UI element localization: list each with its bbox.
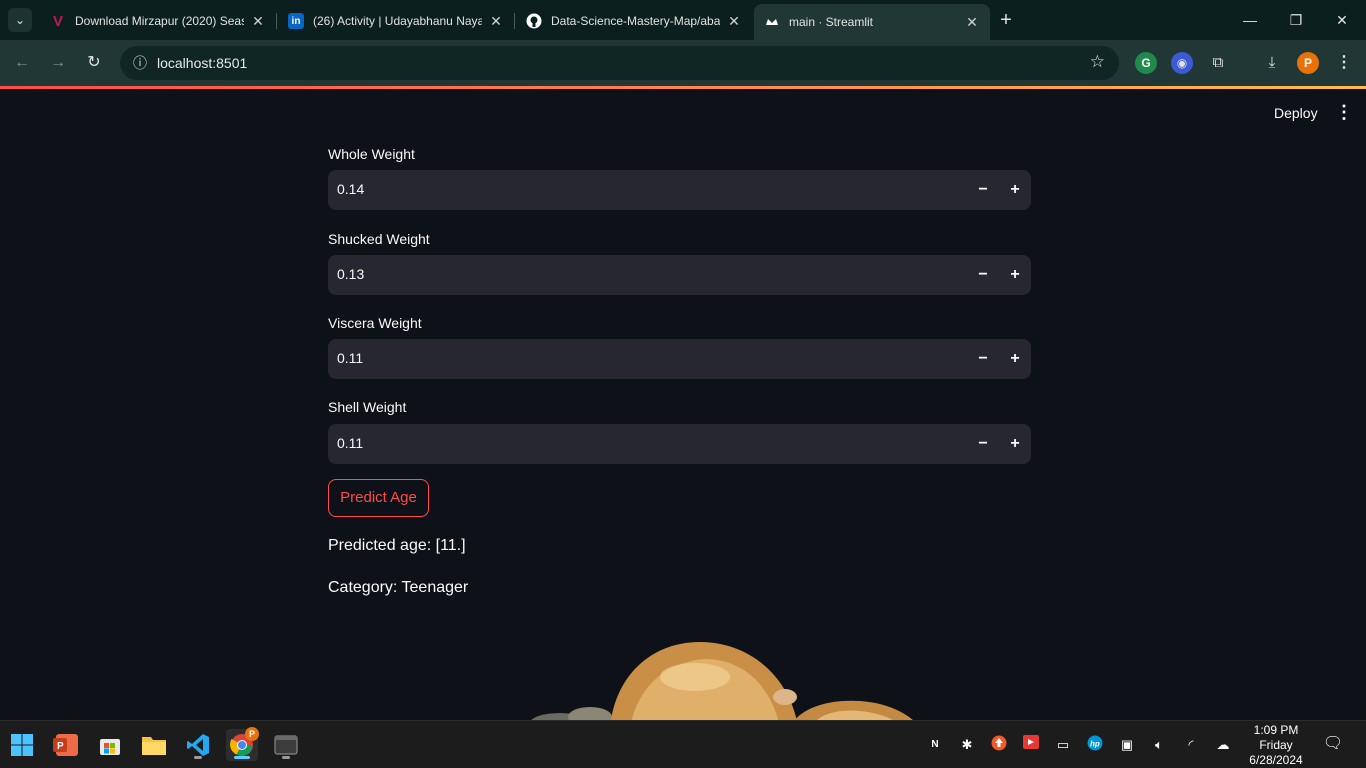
new-tab-plus-icon[interactable]: + [996,10,1016,30]
deploy-button[interactable]: Deploy [1266,101,1326,125]
powerpoint-icon[interactable]: P [50,729,82,761]
file-explorer-icon[interactable] [138,729,170,761]
tab-search-chevron-icon[interactable]: ⌄ [8,8,32,32]
grammarly-icon[interactable]: G [1135,52,1157,74]
tab-mirzapur[interactable]: V Download Mirzapur (2020) Seas ✕ [40,6,276,36]
close-tab-icon[interactable]: ✕ [250,13,266,30]
running-indicator [282,756,290,759]
site-info-icon[interactable]: ⓘ [130,53,150,73]
profile-avatar[interactable]: P [1297,52,1319,74]
viscera-weight-label: Viscera Weight [328,315,422,331]
system-clock[interactable]: 1:09 PM Friday 6/28/2024 [1244,723,1308,768]
increment-button[interactable]: + [1003,432,1027,456]
tab-strip: ⌄ V Download Mirzapur (2020) Seas ✕ in (… [0,0,1366,40]
increment-button[interactable]: + [1003,347,1027,371]
tab-linkedin[interactable]: in (26) Activity | Udayabhanu Naya ✕ [278,6,514,36]
shucked-weight-label: Shucked Weight [328,231,430,247]
close-tab-icon[interactable]: ✕ [726,13,742,30]
main-menu-icon[interactable]: ⋮ [1334,101,1354,123]
shell-weight-input[interactable]: 0.11 − + [328,424,1031,464]
display-tray-icon[interactable]: ▣ [1117,735,1137,755]
download-icon[interactable]: ⤓ [1261,52,1283,74]
whole-weight-input[interactable]: 0.14 − + [328,170,1031,210]
tab-separator [514,13,515,29]
battery-icon[interactable]: ▭ [1053,735,1073,755]
running-indicator [194,756,202,759]
extensions-puzzle-icon[interactable]: ⧉ [1207,52,1229,74]
category-text: Category: Teenager [328,579,469,596]
active-indicator [234,756,250,759]
decrement-button[interactable]: − [971,263,995,287]
whole-weight-label: Whole Weight [328,146,415,162]
tab-title: Data-Science-Mastery-Map/aba [551,14,720,28]
shell-weight-label: Shell Weight [328,399,407,415]
close-tab-icon[interactable]: ✕ [488,13,504,30]
tab-github[interactable]: Data-Science-Mastery-Map/aba ✕ [516,6,752,36]
chrome-menu-icon[interactable]: ⋮ [1333,52,1355,74]
increment-button[interactable]: + [1003,178,1027,202]
predicted-age-text: Predicted age: [11.] [328,537,466,554]
bookmark-star-icon[interactable]: ☆ [1090,52,1105,72]
vidmate-favicon-icon: V [52,12,63,30]
clock-time: 1:09 PM [1253,723,1299,737]
shucked-weight-input[interactable]: 0.13 − + [328,255,1031,295]
tab-streamlit[interactable]: main · Streamlit ✕ [754,4,990,40]
decrement-button[interactable]: − [971,432,995,456]
volume-icon[interactable]: 🔈︎ [1149,735,1169,755]
forward-arrow-icon[interactable]: → [46,51,70,75]
extension-rocket-icon[interactable]: ◉ [1171,52,1193,74]
terminal-icon[interactable] [270,729,302,761]
nx-tray-icon[interactable]: N [925,735,945,755]
linkedin-favicon-icon: in [288,13,304,29]
minimize-icon[interactable]: — [1227,8,1273,32]
streamlit-app: Deploy ⋮ Whole Weight 0.14 − + Shucked W… [0,89,1366,720]
restore-icon[interactable]: ❐ [1273,8,1319,32]
chrome-taskbar-icon[interactable]: P [226,727,259,761]
close-window-icon[interactable]: ✕ [1319,8,1365,32]
address-bar[interactable]: ⓘ localhost:8501 ☆ [120,46,1119,80]
whole-weight-value[interactable]: 0.14 [337,181,364,197]
red-app-tray-icon[interactable] [1021,735,1041,755]
microsoft-store-icon[interactable] [94,729,126,761]
clock-day: Friday [1259,738,1293,752]
viscera-weight-value[interactable]: 0.11 [337,350,363,366]
svg-text:hp: hp [1090,740,1100,749]
increment-button[interactable]: + [1003,263,1027,287]
streamlit-crown-icon [764,14,780,30]
tab-separator [276,13,277,29]
shucked-weight-value[interactable]: 0.13 [337,266,364,282]
windows-taskbar: P P N ✱ ▭ hp ▣ 🔈︎ ◜ ☁ 1:09 PM Friday 6/2… [0,720,1366,768]
github-favicon-icon [526,13,542,29]
wifi-icon[interactable]: ◜ [1181,735,1201,755]
predict-age-button[interactable]: Predict Age [328,479,429,517]
url-text[interactable]: localhost:8501 [157,55,247,71]
hp-tray-icon[interactable]: hp [1085,735,1105,755]
profile-badge: P [245,727,259,741]
browser-toolbar: ← → ↻ ⓘ localhost:8501 ☆ G ◉ ⧉ ⤓ P ⋮ [0,40,1366,86]
notification-icon[interactable]: 🗨︎ [1322,733,1344,755]
close-tab-icon[interactable]: ✕ [964,14,980,31]
upload-tray-icon[interactable] [989,735,1009,755]
slack-tray-icon[interactable]: ✱ [957,735,977,755]
abalone-image [531,642,913,720]
decrement-button[interactable]: − [971,178,995,202]
shell-weight-value[interactable]: 0.11 [337,435,363,451]
decrement-button[interactable]: − [971,347,995,371]
onedrive-icon[interactable]: ☁ [1213,735,1233,755]
vscode-icon[interactable] [182,729,214,761]
windows-start-icon[interactable] [6,729,38,761]
tab-title: main · Streamlit [789,15,874,29]
tab-title: Download Mirzapur (2020) Seas [75,14,244,28]
viscera-weight-input[interactable]: 0.11 − + [328,339,1031,379]
clock-date: 6/28/2024 [1249,753,1303,767]
svg-text:P: P [57,741,64,752]
back-arrow-icon[interactable]: ← [10,51,34,75]
reload-icon[interactable]: ↻ [82,51,106,75]
tab-title: (26) Activity | Udayabhanu Naya [313,14,482,28]
